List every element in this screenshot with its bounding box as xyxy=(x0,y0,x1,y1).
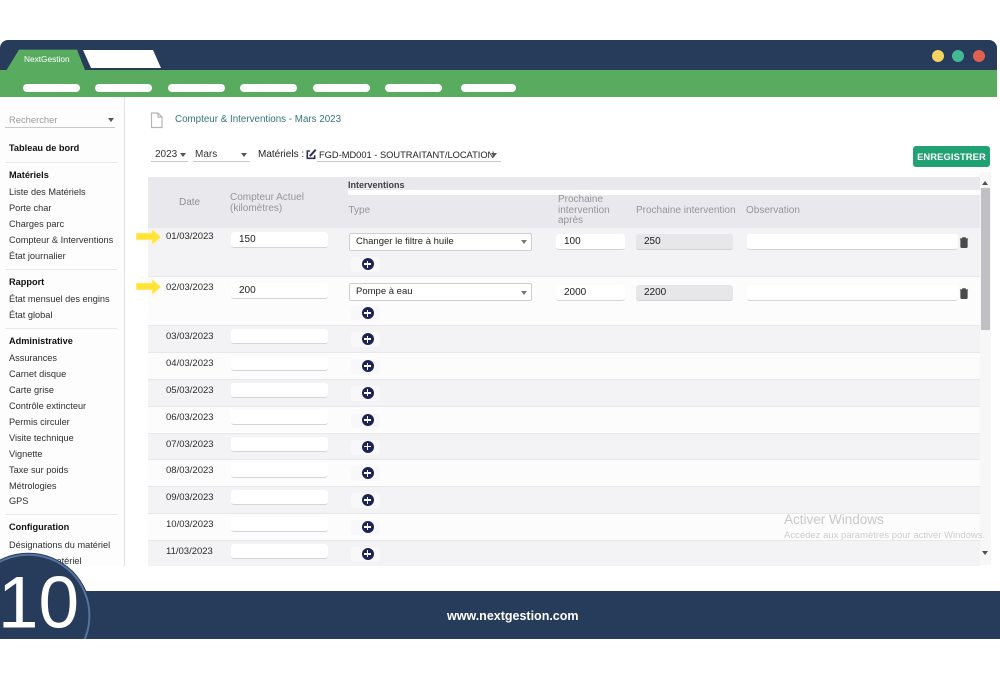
svg-text:10: 10 xyxy=(0,563,79,640)
